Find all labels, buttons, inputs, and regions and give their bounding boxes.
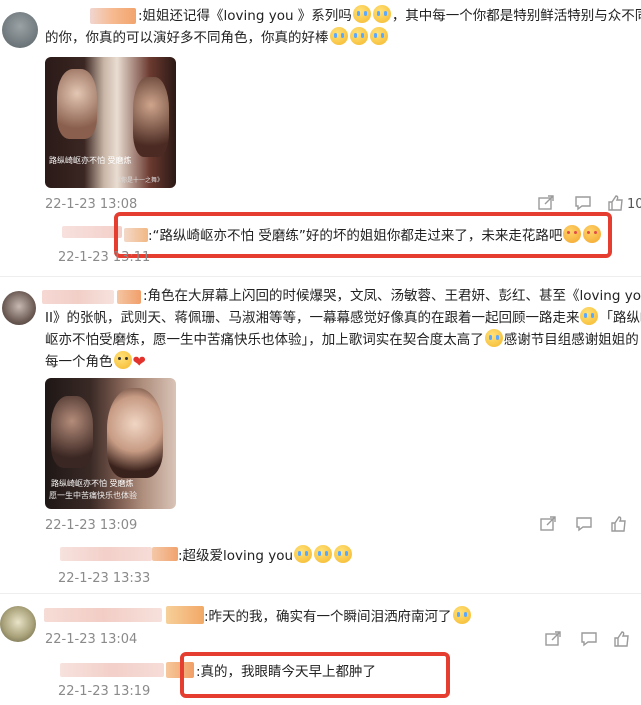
crying-emoji-icon xyxy=(369,27,388,45)
image-caption: 路纵崎岖亦不怕 受磨炼 xyxy=(49,156,132,165)
username-blurred[interactable] xyxy=(44,608,162,622)
crying-emoji-icon xyxy=(452,606,471,624)
crying-emoji-icon xyxy=(484,329,503,347)
like-icon[interactable] xyxy=(610,515,627,536)
comment-text: :昨天的我，确实有一个瞬间泪洒府南河了 xyxy=(204,605,472,625)
timestamp: 22-1-23 13:08 xyxy=(45,197,138,212)
crying-emoji-icon xyxy=(334,545,353,563)
reply-username-blurred[interactable] xyxy=(60,663,164,677)
comment-text-line1: :角色在大屏幕上闪回的时候爆哭，文凤、汤敏蓉、王君妍、彭红、甚至《loving … xyxy=(143,288,641,304)
comment-icon[interactable] xyxy=(575,516,593,536)
comment-text-line4: 每一个角色 ❤ xyxy=(45,351,146,371)
username-blurred[interactable] xyxy=(90,8,136,24)
avatar[interactable] xyxy=(0,606,36,642)
avatar[interactable] xyxy=(2,12,38,48)
kiss-emoji-icon xyxy=(583,225,602,243)
comment-icon[interactable] xyxy=(580,631,598,651)
timestamp: 22-1-23 13:04 xyxy=(45,632,138,647)
username-blurred[interactable] xyxy=(42,290,114,304)
share-icon[interactable] xyxy=(540,516,557,535)
divider xyxy=(0,276,641,277)
image-caption-small: 《你是十一之舞》 xyxy=(115,177,164,184)
reply-username-blurred[interactable] xyxy=(62,226,122,238)
image-caption-small: 愿一生中苦痛快乐也体验 xyxy=(49,491,137,500)
reply-text: :真的，我眼睛今天早上都肿了 xyxy=(196,664,377,680)
reply-timestamp: 22-1-23 13:19 xyxy=(58,684,151,699)
comment-image[interactable]: 路纵崎岖亦不怕 受磨炼 《你是十一之舞》 xyxy=(45,57,176,188)
crying-emoji-icon xyxy=(352,5,371,23)
comment-text-line2: 的你，你真的可以演好多不同角色，你真的好棒 xyxy=(45,27,389,49)
reply-text: :超级爱loving you xyxy=(178,544,353,564)
crying-emoji-icon xyxy=(372,5,391,23)
crying-emoji-icon xyxy=(349,27,368,45)
portrait-shape xyxy=(133,77,169,157)
reply-avatar-blurred[interactable] xyxy=(124,228,148,242)
reply-timestamp: 22-1-23 13:33 xyxy=(58,571,151,586)
crying-emoji-icon xyxy=(314,545,333,563)
reply-timestamp: 22-1-23 13:11 xyxy=(58,250,151,265)
portrait-shape xyxy=(51,396,93,468)
like-count: 10 xyxy=(627,197,641,212)
comment-text-line2: II》的张帆，武则天、蒋佩珊、马淑湘等等，一幕幕感觉好像真的在跟着一起回顾一路走… xyxy=(45,307,641,329)
crying-emoji-icon xyxy=(329,27,348,45)
heart-icon: ❤ xyxy=(132,352,146,371)
reply-username-blurred[interactable] xyxy=(152,547,178,561)
comment-text-line3: 岖亦不怕受磨炼，愿一生中苦痛快乐也体验」，加上歌词实在契合度太高了 感谢节目组感谢… xyxy=(45,329,639,351)
portrait-shape xyxy=(107,388,163,478)
avatar[interactable] xyxy=(2,291,36,325)
divider xyxy=(0,593,641,594)
comment-text-line1: :姐姐还记得《loving you 》系列吗 ，其中每一个你都是特别鲜活特别与众不… xyxy=(138,5,641,27)
comment-image[interactable]: 路纵崎岖亦不怕 受磨炼 愿一生中苦痛快乐也体验 xyxy=(45,378,176,509)
image-caption: 路纵崎岖亦不怕 受磨炼 xyxy=(51,479,134,488)
reply-text: :“路纵崎岖亦不怕 受磨练”好的坏的姐姐你都走过来了，未来走花路吧 xyxy=(148,224,602,244)
reply-username-blurred[interactable] xyxy=(60,547,152,561)
sad-emoji-icon xyxy=(113,351,132,369)
kiss-emoji-icon xyxy=(563,225,582,243)
portrait-shape xyxy=(57,69,97,139)
like-icon[interactable] xyxy=(613,630,630,651)
crying-emoji-icon xyxy=(294,545,313,563)
crying-emoji-icon xyxy=(580,307,599,325)
share-icon[interactable] xyxy=(545,631,562,650)
username-blurred[interactable] xyxy=(117,290,141,304)
like-icon[interactable] xyxy=(607,194,624,215)
username-blurred[interactable] xyxy=(166,606,204,624)
timestamp: 22-1-23 13:09 xyxy=(45,518,138,533)
